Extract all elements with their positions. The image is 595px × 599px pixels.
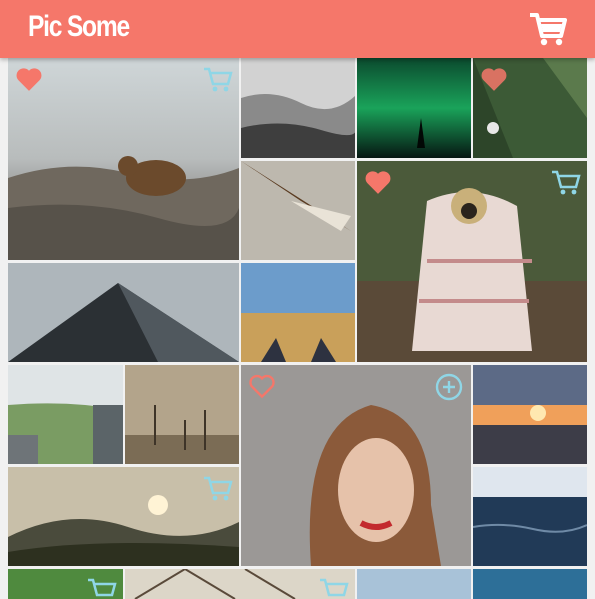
eagle-photo xyxy=(241,161,355,260)
plus-circle-icon[interactable] xyxy=(435,373,463,401)
photo-tile-bear[interactable] xyxy=(8,58,239,260)
photo-tile-field[interactable] xyxy=(241,263,355,362)
photo-tile-mountain-sunset[interactable] xyxy=(8,467,239,566)
cart-icon[interactable] xyxy=(203,66,233,94)
photo-tile-bottom-1[interactable] xyxy=(8,569,123,599)
cart-icon[interactable] xyxy=(551,169,581,197)
photo-tile-sea[interactable] xyxy=(473,467,587,566)
photo-tile-pug[interactable] xyxy=(357,161,587,362)
foggy-forest-photo xyxy=(241,58,355,158)
photo-tile-foggy-forest[interactable] xyxy=(241,58,355,158)
photo-tile-skyscraper[interactable] xyxy=(8,263,239,362)
app-header: Pic Some xyxy=(0,0,595,58)
sky-photo xyxy=(357,569,471,599)
app-title[interactable]: Pic Some xyxy=(28,10,130,44)
photo-tile-bottom-3[interactable] xyxy=(357,569,471,599)
cart-icon[interactable] xyxy=(529,11,567,47)
heart-icon[interactable] xyxy=(363,169,393,195)
photo-tile-bottom-4[interactable] xyxy=(473,569,587,599)
photo-tile-railway-sunset[interactable] xyxy=(473,365,587,464)
skyscraper-photo xyxy=(8,263,239,362)
northern-lights-photo xyxy=(357,58,471,158)
railway-sunset-photo xyxy=(473,365,587,464)
photo-tile-portrait[interactable] xyxy=(241,365,471,566)
photo-tile-northern-lights[interactable] xyxy=(357,58,471,158)
cart-icon[interactable] xyxy=(87,577,117,599)
heart-outline-icon[interactable] xyxy=(247,373,277,399)
field-photo xyxy=(241,263,355,362)
dead-trees-photo xyxy=(125,365,239,464)
cart-icon[interactable] xyxy=(319,577,349,599)
photo-tile-dead-trees[interactable] xyxy=(125,365,239,464)
heart-icon[interactable] xyxy=(14,66,44,92)
photo-grid xyxy=(0,0,595,599)
heart-icon[interactable] xyxy=(479,66,509,92)
wave-photo xyxy=(473,569,587,599)
photo-tile-bottom-2[interactable] xyxy=(125,569,355,599)
photo-tile-green-forest[interactable] xyxy=(473,58,587,158)
cart-icon[interactable] xyxy=(203,475,233,503)
photo-tile-city-park[interactable] xyxy=(8,365,123,464)
city-park-photo xyxy=(8,365,123,464)
photo-tile-eagle[interactable] xyxy=(241,161,355,260)
sea-photo xyxy=(473,467,587,566)
